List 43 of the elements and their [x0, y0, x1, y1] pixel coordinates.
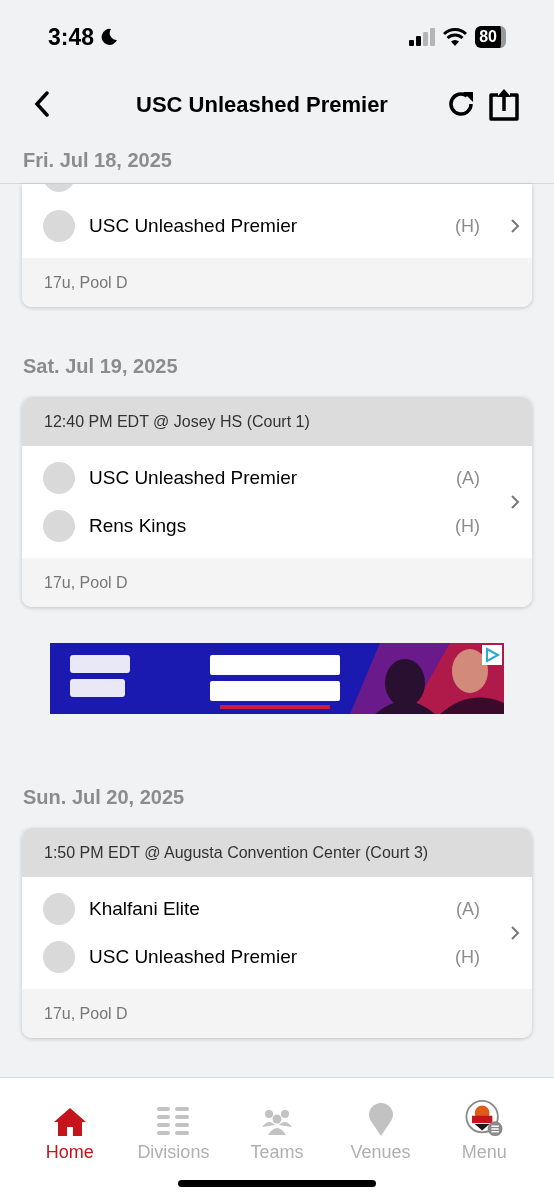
team-logo: [43, 210, 75, 242]
wifi-icon: [443, 28, 468, 46]
game-card[interactable]: 1:50 PM EDT @ Augusta Convention Center (Court 3) Khalfani Elite (A) USC Unleashed Premier (H) 17u, Pool D: [22, 828, 532, 1038]
team-logo: [43, 941, 75, 973]
division-pool: 17u, Pool D: [44, 1003, 128, 1024]
date-heading: Sat. Jul 19, 2025: [23, 354, 178, 379]
share-icon[interactable]: [488, 87, 520, 121]
date-heading: Fri. Jul 18, 2025: [23, 147, 172, 173]
home-away-label: (H): [455, 514, 480, 538]
home-away-label: (H): [455, 214, 480, 238]
game-card[interactable]: USC Unleashed Premier (H) 17u, Pool D: [22, 184, 532, 307]
page-title: USC Unleashed Premier: [135, 90, 389, 119]
moon-icon: [100, 28, 119, 46]
signal-icon: [409, 28, 436, 46]
team-name: USC Unleashed Premier: [89, 944, 299, 969]
team-logo: [43, 462, 75, 494]
team-logo: [43, 893, 75, 925]
team-logo: [43, 510, 75, 542]
team-name: Rens Kings: [89, 513, 188, 538]
refresh-icon[interactable]: [446, 89, 476, 119]
game-card[interactable]: 12:40 PM EDT @ Josey HS (Court 1) USC Unleashed Premier (A) Rens Kings (H) 17u, Pool D: [22, 397, 532, 607]
status-time: 3:48: [48, 22, 95, 52]
team-name: Khalfani Elite: [89, 896, 201, 921]
chevron-icon: [510, 218, 520, 234]
division-pool: 17u, Pool D: [44, 572, 128, 593]
home-away-label: (H): [455, 945, 480, 969]
date-heading: Sun. Jul 20, 2025: [23, 785, 185, 810]
tab-bar-item[interactable]: Home: [24, 1100, 115, 1166]
adchoices-icon[interactable]: [482, 645, 502, 665]
home-away-label: (A): [456, 897, 480, 921]
home-icon: [52, 1107, 87, 1137]
team-name: USC Unleashed Premier: [89, 213, 299, 238]
home-away-label: (A): [456, 466, 480, 490]
game-time-venue: 12:40 PM EDT @ Josey HS (Court 1): [44, 411, 310, 432]
chevron-icon: [510, 494, 520, 510]
division-pool: 17u, Pool D: [44, 272, 128, 293]
battery-indicator: 80: [475, 26, 506, 48]
pin-icon: [367, 1103, 394, 1137]
game-time-venue: 1:50 PM EDT @ Augusta Convention Center (Court 3): [44, 842, 429, 863]
list-icon: [156, 1107, 191, 1137]
chevron-icon: [510, 925, 520, 941]
people-icon: [260, 1107, 294, 1137]
team-name: USC Unleashed Premier: [89, 465, 299, 490]
